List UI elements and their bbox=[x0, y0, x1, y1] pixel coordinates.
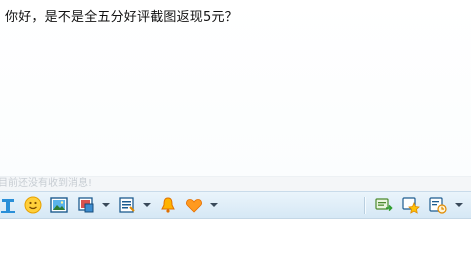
favorite-icon[interactable] bbox=[402, 196, 420, 214]
history-icon[interactable] bbox=[429, 196, 447, 214]
history-dropdown-arrow[interactable] bbox=[455, 203, 463, 207]
quick-reply-icon[interactable] bbox=[118, 196, 136, 214]
heart-dropdown-arrow[interactable] bbox=[210, 203, 218, 207]
screenshot-icon[interactable] bbox=[77, 196, 95, 214]
input-toolbar bbox=[0, 191, 471, 219]
heart-icon[interactable] bbox=[185, 196, 203, 214]
shake-icon[interactable] bbox=[159, 196, 177, 214]
status-text: 目前还没有收到消息! bbox=[0, 178, 93, 189]
screenshot-dropdown-arrow[interactable] bbox=[102, 203, 110, 207]
quick-reply-dropdown-arrow[interactable] bbox=[143, 203, 151, 207]
send-file-icon[interactable] bbox=[375, 196, 393, 214]
toolbar-separator bbox=[364, 197, 365, 214]
message-input[interactable] bbox=[0, 219, 471, 262]
status-bar: 目前还没有收到消息! bbox=[0, 176, 471, 191]
emoji-icon[interactable] bbox=[24, 196, 42, 214]
chat-history: 你好，是不是全五分好评截图返现5元？ bbox=[0, 0, 471, 176]
font-icon[interactable] bbox=[0, 196, 18, 214]
image-icon[interactable] bbox=[50, 196, 68, 214]
chat-message: 你好，是不是全五分好评截图返现5元？ bbox=[5, 10, 238, 25]
